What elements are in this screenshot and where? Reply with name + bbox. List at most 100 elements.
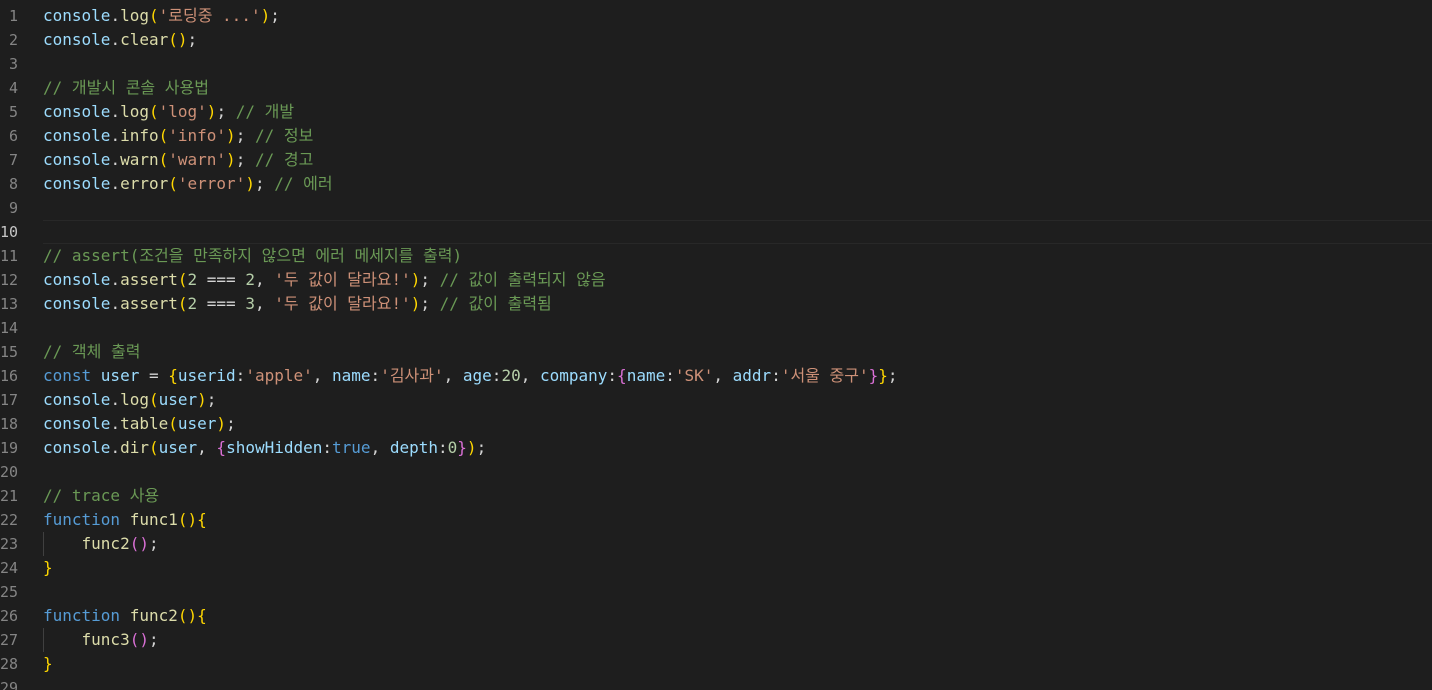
code-token: ; bbox=[887, 366, 898, 385]
code-token: // 경고 bbox=[254, 150, 314, 169]
code-token: (){ bbox=[177, 510, 207, 529]
line-code: function func2(){ bbox=[43, 604, 207, 628]
code-line[interactable]: 4 // 개발시 콘솔 사용법 bbox=[0, 76, 1432, 100]
code-line[interactable]: 12 console.assert(2 === 2, '두 값이 달라요!'); … bbox=[0, 268, 1432, 292]
line-code: function func1(){ bbox=[43, 508, 207, 532]
code-line[interactable]: 10 bbox=[0, 220, 1432, 244]
line-code: console.info('info'); // 정보 bbox=[43, 124, 313, 148]
code-token: . bbox=[110, 414, 121, 433]
code-line[interactable]: 18 console.table(user); bbox=[0, 412, 1432, 436]
code-token: ( bbox=[158, 126, 169, 145]
code-token: . bbox=[110, 30, 121, 49]
code-token: // 값이 출력되지 않음 bbox=[439, 270, 606, 289]
line-number: 14 bbox=[0, 319, 19, 337]
code-token: . bbox=[110, 390, 121, 409]
code-token: true bbox=[332, 438, 371, 457]
line-number: 11 bbox=[0, 247, 19, 265]
code-line[interactable]: 1 console.log('로딩중 ...'); bbox=[0, 4, 1432, 28]
code-line[interactable]: 17 console.log(user); bbox=[0, 388, 1432, 412]
code-token: : bbox=[607, 366, 618, 385]
code-line[interactable]: 11 // assert(조건을 만족하지 않으면 에러 메세지를 출력) bbox=[0, 244, 1432, 268]
code-line[interactable]: 2 console.clear(); bbox=[0, 28, 1432, 52]
code-token: () bbox=[168, 30, 188, 49]
code-line[interactable]: 8 console.error('error'); // 에러 bbox=[0, 172, 1432, 196]
code-line[interactable]: 29 bbox=[0, 676, 1432, 690]
code-token: function bbox=[43, 510, 130, 529]
code-token: ( bbox=[148, 390, 159, 409]
code-line[interactable]: 14 bbox=[0, 316, 1432, 340]
code-token: ; bbox=[226, 414, 236, 433]
code-token: func3 bbox=[81, 630, 130, 649]
code-line[interactable]: 21 // trace 사용 bbox=[0, 484, 1432, 508]
code-line[interactable]: 27 func3(); bbox=[0, 628, 1432, 652]
code-line[interactable]: 28} bbox=[0, 652, 1432, 676]
code-token: 0 bbox=[447, 438, 458, 457]
code-token: : bbox=[665, 366, 675, 385]
code-token: , bbox=[197, 438, 217, 457]
code-token: ; bbox=[270, 6, 280, 25]
code-token: console bbox=[43, 6, 111, 25]
code-token: : bbox=[235, 366, 246, 385]
code-token: user bbox=[158, 390, 198, 409]
code-token: const bbox=[43, 366, 101, 385]
code-token: 2 bbox=[245, 270, 255, 289]
code-token: ( bbox=[168, 414, 178, 433]
code-token: ) bbox=[466, 438, 477, 457]
code-line[interactable]: 24} bbox=[0, 556, 1432, 580]
code-token: name bbox=[626, 366, 666, 385]
line-number: 23 bbox=[0, 535, 19, 553]
line-code: // assert(조건을 만족하지 않으면 에러 메세지를 출력) bbox=[43, 244, 462, 268]
code-line[interactable]: 26 function func2(){ bbox=[0, 604, 1432, 628]
code-line[interactable]: 25 bbox=[0, 580, 1432, 604]
line-code: } bbox=[43, 652, 53, 676]
code-token: assert bbox=[120, 294, 178, 313]
line-number: 26 bbox=[0, 607, 19, 625]
code-token: ) bbox=[410, 294, 421, 313]
code-token: log bbox=[120, 102, 149, 121]
code-token: 2 bbox=[187, 294, 198, 313]
code-token: === bbox=[197, 294, 246, 313]
code-line[interactable]: 9 bbox=[0, 196, 1432, 220]
code-token: '두 값이 달라요!' bbox=[274, 270, 411, 289]
code-token: ) bbox=[260, 6, 271, 25]
code-token: : bbox=[370, 366, 381, 385]
code-token: . bbox=[110, 126, 121, 145]
code-token: clear bbox=[120, 30, 169, 49]
code-line[interactable]: 20 bbox=[0, 460, 1432, 484]
code-token: 2 bbox=[187, 270, 198, 289]
code-token: } bbox=[868, 366, 879, 385]
code-token: function bbox=[43, 606, 130, 625]
code-token: 'log' bbox=[158, 102, 207, 121]
line-number: 10 bbox=[0, 223, 19, 241]
code-token: table bbox=[120, 414, 169, 433]
code-line[interactable]: 7 console.warn('warn'); // 경고 bbox=[0, 148, 1432, 172]
code-token: } bbox=[457, 438, 467, 457]
code-token: === bbox=[197, 270, 246, 289]
code-token: () bbox=[129, 534, 149, 553]
code-token: . bbox=[110, 438, 121, 457]
code-line[interactable]: 19 console.dir(user, {showHidden:true, de… bbox=[0, 436, 1432, 460]
code-token: ( bbox=[148, 438, 159, 457]
code-line[interactable]: 3 bbox=[0, 52, 1432, 76]
code-token: 'warn' bbox=[168, 150, 227, 169]
code-token: { bbox=[617, 366, 627, 385]
code-token: 3 bbox=[245, 294, 255, 313]
code-editor[interactable]: 1 console.log('로딩중 ...'); 2 console.clear()… bbox=[0, 0, 1432, 690]
code-line[interactable]: 6 console.info('info'); // 정보 bbox=[0, 124, 1432, 148]
code-line[interactable]: 5 console.log('log'); // 개발 bbox=[0, 100, 1432, 124]
code-token: user bbox=[100, 366, 140, 385]
code-line[interactable]: 22 function func1(){ bbox=[0, 508, 1432, 532]
code-line[interactable]: 16 const user = {userid:'apple', name:'김사… bbox=[0, 364, 1432, 388]
code-line[interactable]: 13 console.assert(2 === 3, '두 값이 달라요!'); … bbox=[0, 292, 1432, 316]
code-token: , bbox=[443, 366, 463, 385]
code-line[interactable]: 23 func2(); bbox=[0, 532, 1432, 556]
code-token: , bbox=[312, 366, 333, 385]
code-token: : bbox=[491, 366, 502, 385]
code-token: company bbox=[539, 366, 608, 385]
code-token: ( bbox=[158, 150, 169, 169]
code-line[interactable]: 15 // 객체 출력 bbox=[0, 340, 1432, 364]
code-token: console bbox=[43, 270, 111, 289]
code-token: . bbox=[110, 174, 121, 193]
code-token: . bbox=[110, 150, 121, 169]
